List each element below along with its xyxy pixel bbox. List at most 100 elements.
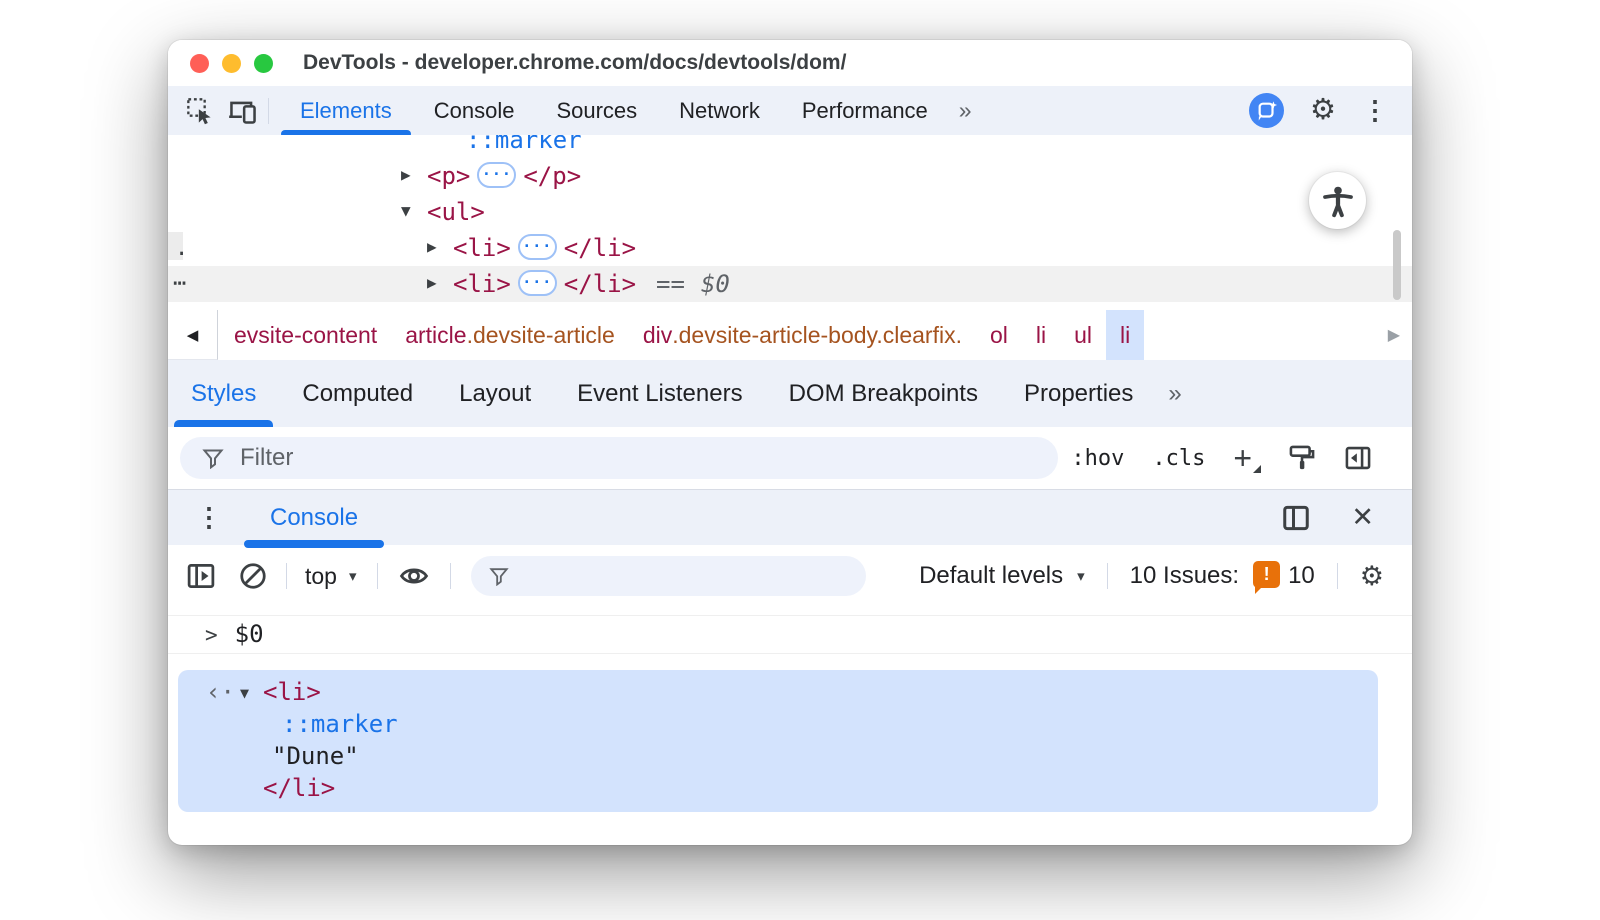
settings-gear-icon[interactable]: ⚙ [1310,96,1336,125]
console-log: > $0 ‹· ▼ <li> ::marker "Dune" </li> [168,615,1412,812]
more-sidebar-tabs-icon[interactable]: » [1168,380,1179,408]
dom-node-li-selected[interactable]: ▶<li>···</li>==$0 [168,266,1412,302]
breadcrumb-item[interactable]: evsite-content [220,310,391,360]
close-drawer-icon[interactable]: ✕ [1351,502,1374,533]
expand-arrow-icon[interactable]: ▶ [427,229,453,265]
window-controls [168,54,273,73]
devtools-window: DevTools - developer.chrome.com/docs/dev… [168,40,1412,845]
divider [1107,563,1108,589]
tab-performance[interactable]: Performance [781,86,949,135]
breadcrumb-item[interactable]: li [1022,310,1060,360]
issues-badge-icon: ! [1253,561,1280,588]
breadcrumb-forward-icon[interactable]: ▶ [1382,310,1406,360]
new-style-rule-icon[interactable]: + [1233,442,1252,474]
clear-console-icon[interactable] [238,561,268,591]
breadcrumb-item[interactable]: div.devsite-article-body.clearfix. [629,310,976,360]
console-drawer-header: ⋮ Console ✕ [168,489,1412,545]
drawer-tab-console[interactable]: Console [244,490,384,545]
close-window-button[interactable] [190,54,209,73]
maximize-window-button[interactable] [254,54,273,73]
drawer-menu-kebab-icon[interactable]: ⋮ [196,502,222,533]
breadcrumb-back-icon[interactable]: ◀ [168,310,218,360]
titlebar: DevTools - developer.chrome.com/docs/dev… [168,40,1412,86]
inline-ellipsis-icon[interactable]: ··· [518,234,557,260]
filter-funnel-icon [202,447,224,469]
styles-filter-pill[interactable] [180,437,1058,479]
gutter-ellipsis: ⋯ [173,266,187,302]
tab-elements[interactable]: Elements [279,86,413,135]
log-levels-select[interactable]: Default levels ▾ [919,562,1085,590]
tab-properties[interactable]: Properties [1001,360,1156,427]
toggle-hover-state-button[interactable]: :hov [1071,446,1124,471]
issues-counter[interactable]: 10 Issues: ! 10 [1130,561,1315,592]
toggle-sidebar-panel-icon[interactable] [1344,444,1372,472]
paint-roller-icon[interactable] [1288,444,1316,472]
inspect-element-icon[interactable] [186,97,214,125]
accessibility-floating-button[interactable] [1309,172,1366,229]
toolbar-right: ⚙ ⋮ [1249,93,1412,128]
collapse-arrow-icon[interactable]: ▼ [240,677,249,709]
tab-network[interactable]: Network [658,86,781,135]
elements-tree-panel: ::marker ▶<p>···</p> ▼<ul> ▶<li>···</li>… [168,135,1412,310]
breadcrumb-bar: ◀ evsite-content article.devsite-article… [168,310,1412,360]
console-toolbar: top ▾ Default levels ▾ 10 Issues: [168,545,1412,607]
divider [377,563,378,589]
tab-styles[interactable]: Styles [168,360,279,427]
tab-dom-breakpoints[interactable]: DOM Breakpoints [766,360,1001,427]
console-result-selected[interactable]: ‹· ▼ <li> ::marker "Dune" </li> [178,670,1378,812]
dom-node-marker-clipped[interactable]: ::marker [168,135,1412,158]
console-command-row[interactable]: > $0 [168,615,1412,654]
window-title: DevTools - developer.chrome.com/docs/dev… [303,51,846,75]
console-prompt-chevron: > [205,623,218,647]
breadcrumb: evsite-content article.devsite-article d… [218,310,1144,360]
equals-sign: == [656,270,685,298]
minimize-window-button[interactable] [222,54,241,73]
more-tabs-icon[interactable]: » [949,86,980,135]
divider [450,563,451,589]
expand-arrow-icon[interactable]: ▶ [427,265,453,301]
console-settings-gear-icon[interactable]: ⚙ [1360,563,1384,590]
styles-filter-input[interactable] [240,444,940,472]
tab-layout[interactable]: Layout [436,360,554,427]
gutter-dot: . [175,231,188,267]
live-expression-eye-icon[interactable] [398,561,430,591]
split-panel-icon[interactable] [1281,503,1311,533]
tab-sources[interactable]: Sources [535,86,658,135]
chevron-down-icon: ▾ [349,567,357,585]
styles-filter-row: :hov .cls + [168,427,1412,489]
devtools-toolbar: Elements Console Sources Network Perform… [168,86,1412,135]
tab-computed[interactable]: Computed [279,360,436,427]
collapse-arrow-icon[interactable]: ▼ [401,193,427,229]
dom-tree: ::marker ▶<p>···</p> ▼<ul> ▶<li>···</li>… [168,135,1412,302]
result-text-node[interactable]: "Dune" [178,740,1378,772]
breadcrumb-item[interactable]: article.devsite-article [391,310,629,360]
sidebar-tabbar: Styles Computed Layout Event Listeners D… [168,360,1412,427]
expand-arrow-icon[interactable]: ▶ [401,157,427,193]
tab-event-listeners[interactable]: Event Listeners [554,360,765,427]
filter-funnel-icon [489,566,509,586]
device-toolbar-icon[interactable] [228,97,258,125]
toggle-class-button[interactable]: .cls [1152,446,1205,471]
inline-ellipsis-icon[interactable]: ··· [477,162,516,188]
menu-kebab-icon[interactable]: ⋮ [1362,95,1388,126]
return-value-arrow-icon: ‹· [206,676,235,708]
ai-assistance-icon[interactable] [1249,93,1284,128]
dom-node-p[interactable]: ▶<p>···</p> [168,158,1412,194]
inline-ellipsis-icon[interactable]: ··· [518,270,557,296]
console-command: $0 [235,620,264,648]
divider [286,563,287,589]
console-filter-input[interactable] [521,563,821,589]
breadcrumb-item[interactable]: ul [1060,310,1106,360]
breadcrumb-item[interactable]: ol [976,310,1022,360]
result-marker-pseudo[interactable]: ::marker [178,708,1378,740]
dom-node-ul[interactable]: ▼<ul> [168,194,1412,230]
tab-console[interactable]: Console [413,86,536,135]
elements-scrollbar[interactable] [1393,230,1401,300]
dollar-zero-ref: $0 [701,270,730,298]
javascript-context-select[interactable]: top ▾ [305,563,357,590]
dom-node-li[interactable]: ▶<li>···</li> [168,230,1412,266]
show-console-sidebar-icon[interactable] [186,561,216,591]
breadcrumb-item-selected[interactable]: li [1106,310,1144,360]
console-filter-pill[interactable] [471,556,866,596]
drawer-header-actions: ✕ [1281,502,1412,533]
